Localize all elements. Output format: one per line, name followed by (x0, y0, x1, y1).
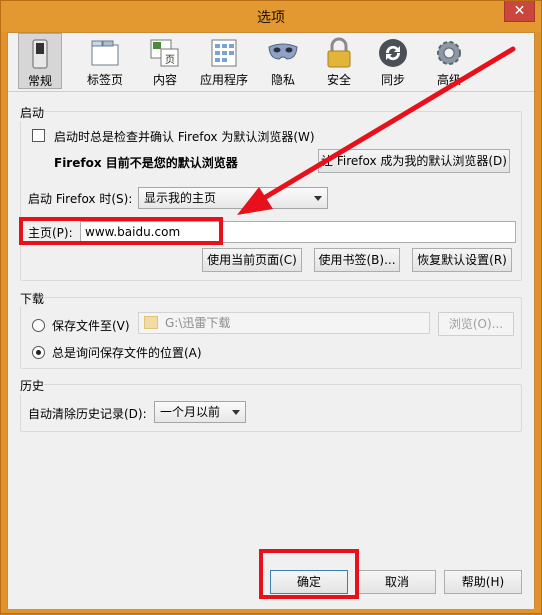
close-button[interactable]: ✕ (504, 1, 535, 22)
tab-applications[interactable]: 应用程序 (196, 33, 252, 89)
window-title: 选项 (257, 10, 285, 26)
tab-sync[interactable]: 同步 (372, 33, 414, 89)
mask-icon (268, 43, 298, 60)
homepage-highlight-box (19, 217, 223, 245)
when-starts-label: 启动 Firefox 时(S): (28, 192, 133, 206)
lock-icon (327, 37, 351, 68)
switch-icon (32, 39, 48, 69)
tab-content-label: 内容 (152, 73, 177, 87)
tab-general-label: 常规 (27, 74, 52, 88)
save-to-radio[interactable] (32, 319, 45, 332)
options-window: 选项 ✕ 常规 标签页 页 内容 应用程序 隐私 安全 同步 高级 启动 启动时… (0, 0, 542, 614)
tab-general[interactable]: 常规 (18, 33, 62, 89)
history-group-label: 历史 (20, 377, 45, 394)
tab-tabs[interactable]: 标签页 (78, 33, 132, 89)
save-path-value: G:\迅雷下载 (165, 316, 231, 330)
auto-clear-value: 一个月以前 (160, 405, 221, 419)
startup-group-label: 启动 (20, 104, 45, 121)
tab-privacy-label: 隐私 (270, 73, 295, 87)
help-button[interactable]: 帮助(H) (444, 570, 522, 594)
cancel-button[interactable]: 取消 (358, 570, 436, 594)
tab-tabs-label: 标签页 (86, 73, 123, 87)
content-icon: 页 (150, 39, 179, 67)
check-default-checkbox[interactable] (32, 129, 45, 142)
sync-icon (379, 39, 407, 67)
tab-security[interactable]: 安全 (318, 33, 360, 89)
dialog-client: 常规 标签页 页 内容 应用程序 隐私 安全 同步 高级 启动 启动时总是检查并… (7, 32, 535, 609)
use-current-page-button[interactable]: 使用当前页面(C) (202, 248, 302, 272)
content-icon-text: 页 (165, 54, 175, 66)
save-to-label: 保存文件至(V) (52, 319, 130, 333)
always-ask-label: 总是询问保存文件的位置(A) (52, 346, 202, 360)
check-default-label: 启动时总是检查并确认 Firefox 为默认浏览器(W) (54, 130, 315, 144)
chevron-down-icon (232, 410, 240, 415)
when-starts-value: 显示我的主页 (144, 191, 217, 205)
when-starts-select[interactable]: 显示我的主页 (138, 187, 328, 209)
make-default-button[interactable]: 让 Firefox 成为我的默认浏览器(D) (318, 149, 510, 173)
not-default-text: Firefox 目前不是您的默认浏览器 (54, 156, 238, 170)
applications-icon (211, 39, 237, 67)
save-path-field[interactable]: G:\迅雷下载 (138, 312, 430, 334)
chevron-down-icon (314, 196, 322, 201)
downloads-group-label: 下载 (20, 290, 45, 307)
tab-content[interactable]: 页 内容 (142, 33, 188, 89)
general-pane: 启动 启动时总是检查并确认 Firefox 为默认浏览器(W) Firefox … (8, 91, 534, 609)
tab-sync-label: 同步 (380, 73, 405, 87)
category-toolbar: 常规 标签页 页 内容 应用程序 隐私 安全 同步 高级 (8, 33, 534, 91)
folder-icon (144, 316, 158, 329)
auto-clear-select[interactable]: 一个月以前 (154, 401, 246, 423)
tab-privacy[interactable]: 隐私 (262, 33, 304, 89)
always-ask-radio[interactable] (32, 346, 45, 359)
browse-button[interactable]: 浏览(O)... (438, 312, 514, 336)
gear-icon (437, 41, 461, 65)
tab-advanced-label: 高级 (436, 73, 461, 87)
use-bookmark-button[interactable]: 使用书签(B)... (314, 248, 400, 272)
title-bar[interactable]: 选项 ✕ (1, 1, 541, 32)
tabs-icon (91, 40, 119, 66)
auto-clear-label: 自动清除历史记录(D): (28, 407, 147, 421)
ok-highlight-box (259, 549, 359, 599)
tab-applications-label: 应用程序 (199, 73, 248, 87)
restore-default-button[interactable]: 恢复默认设置(R) (412, 248, 512, 272)
tab-security-label: 安全 (326, 73, 351, 87)
tab-advanced[interactable]: 高级 (428, 33, 470, 89)
